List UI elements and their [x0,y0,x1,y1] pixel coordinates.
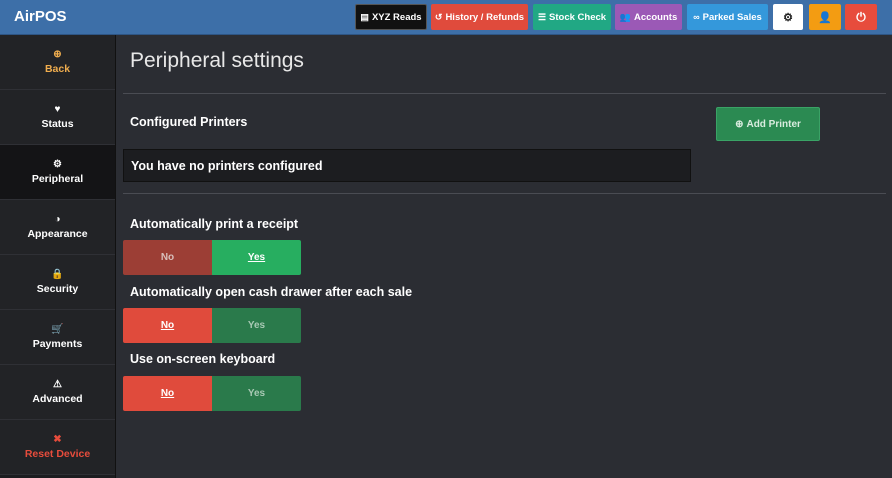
report-icon: ▤ [360,11,369,22]
auto-print-receipt-no-option[interactable]: No [123,240,212,275]
app-title: AirPOS [14,8,67,25]
sidebar-item-peripheral[interactable]: ⚙ Peripheral [0,145,115,200]
sidebar-item-appearance[interactable]: ◑ Appearance [0,200,115,255]
power-button[interactable]: ⏻ [845,4,877,30]
sidebar-item-label: Status [41,118,74,130]
contrast-icon: ◑ [54,214,61,225]
auto-print-receipt-label: Automatically print a receipt [130,217,299,231]
lock-icon: 🔒 [51,269,64,280]
xyz-reads-label: XYZ Reads [371,11,422,23]
onscreen-keyboard-no-option[interactable]: No [123,376,212,411]
sidebar-item-back[interactable]: ⊕ Back [0,35,115,90]
auto-open-drawer-yes-option[interactable]: Yes [212,308,301,343]
auto-open-drawer-no-option[interactable]: No [123,308,212,343]
history-icon: ↺ [434,11,443,22]
sidebar-item-label: Advanced [32,393,83,405]
xyz-reads-button[interactable]: ▤ XYZ Reads [355,4,427,30]
top-bar: AirPOS ▤ XYZ Reads ↺ History / Refunds ☰… [0,0,892,35]
warning-icon: ⚠ [53,379,62,390]
sidebar-item-label: Peripheral [31,173,84,185]
sidebar-item-label: Appearance [27,228,88,240]
plus-circle-icon: ⊕ [53,49,62,60]
user-icon: 👤 [818,11,832,24]
cart-icon: 🛒 [51,324,64,335]
heartbeat-icon: ♥ [54,104,61,115]
sidebar-item-label: Payments [32,338,83,350]
sidebar: ⊕ Back ♥ Status ⚙ Peripheral ◑ Appearanc… [0,35,116,478]
stock-check-button[interactable]: ☰ Stock Check [533,4,611,30]
list-icon: ☰ [537,11,547,22]
accounts-label: Accounts [633,11,678,23]
gear-icon: ⚙ [783,11,793,24]
history-refunds-label: History / Refunds [445,11,525,23]
sidebar-item-label: Back [44,63,71,75]
main-content: Peripheral settings Configured Printers … [116,35,892,478]
parked-sales-label: Parked Sales [702,11,762,23]
add-printer-label: Add Printer [746,118,801,130]
onscreen-keyboard-label: Use on-screen keyboard [130,352,276,366]
settings-button[interactable]: ⚙ [773,4,803,30]
accounts-button[interactable]: 👥 Accounts [615,4,682,30]
sidebar-item-security[interactable]: 🔒 Security [0,255,115,310]
auto-open-drawer-label: Automatically open cash drawer after eac… [130,285,413,299]
close-icon: ✖ [53,434,62,445]
history-refunds-button[interactable]: ↺ History / Refunds [431,4,528,30]
stock-check-label: Stock Check [549,11,607,23]
auto-print-receipt-toggle: No Yes [123,240,301,275]
user-button[interactable]: 👤 [809,4,841,30]
binoculars-icon: ∞ [693,12,700,22]
no-printers-message: You have no printers configured [123,149,691,182]
sidebar-item-advanced[interactable]: ⚠ Advanced [0,365,115,420]
divider [123,93,886,94]
divider [123,193,886,194]
page-title: Peripheral settings [130,49,304,72]
sidebar-item-label: Security [36,283,79,295]
plus-circle-icon: ⊕ [735,118,744,130]
onscreen-keyboard-toggle: No Yes [123,376,301,411]
users-icon: 👥 [619,11,631,22]
gear-icon: ⚙ [53,159,62,170]
sidebar-item-label: Reset Device [24,448,91,460]
onscreen-keyboard-yes-option[interactable]: Yes [212,376,301,411]
parked-sales-button[interactable]: ∞ Parked Sales [687,4,768,30]
auto-open-drawer-toggle: No Yes [123,308,301,343]
auto-print-receipt-yes-option[interactable]: Yes [212,240,301,275]
sidebar-item-payments[interactable]: 🛒 Payments [0,310,115,365]
add-printer-button[interactable]: ⊕ Add Printer [716,107,820,141]
configured-printers-label: Configured Printers [130,115,248,129]
sidebar-item-reset-device[interactable]: ✖ Reset Device [0,420,115,475]
power-icon: ⏻ [856,9,866,24]
sidebar-item-status[interactable]: ♥ Status [0,90,115,145]
